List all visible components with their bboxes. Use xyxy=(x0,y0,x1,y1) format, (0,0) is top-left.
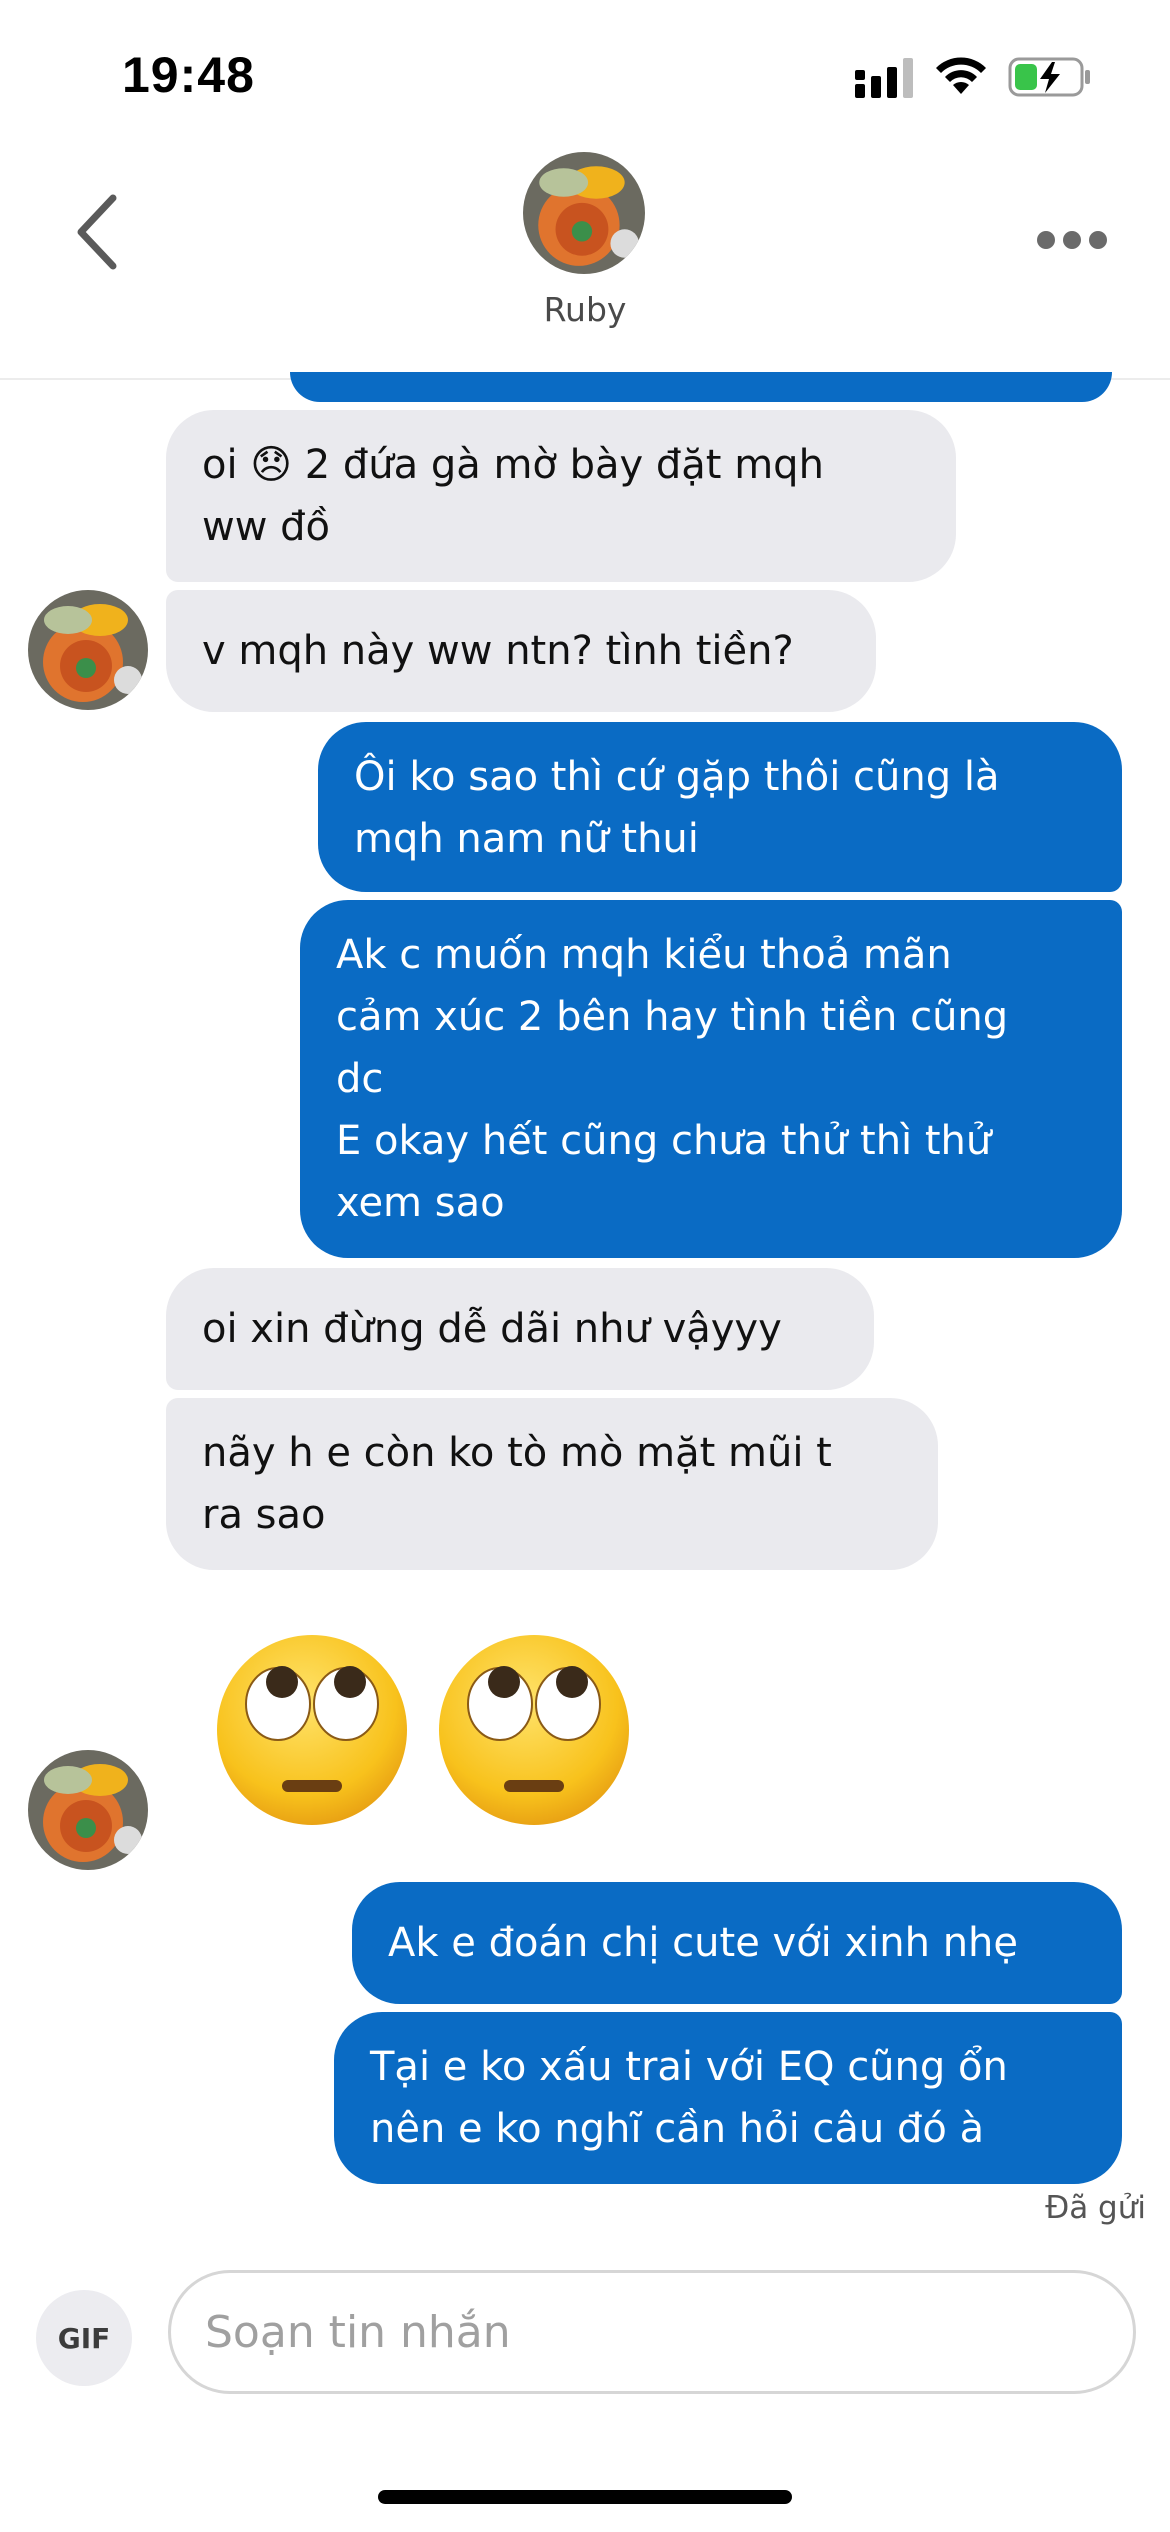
more-dots-icon xyxy=(1037,231,1107,249)
message-received[interactable]: oi 😞 2 đứa gà mờ bày đặt mqh ww đồ xyxy=(166,410,956,582)
contact-name[interactable]: Ruby xyxy=(0,290,1170,329)
contact-avatar-small[interactable] xyxy=(28,1750,148,1870)
message-received[interactable]: nãy h e còn ko tò mò mặt mũi t ra sao xyxy=(166,1398,938,1570)
delivery-status: Đã gửi xyxy=(1045,2190,1146,2226)
message-sent[interactable]: Tại e ko xấu trai với EQ cũng ổn nên e k… xyxy=(334,2012,1122,2184)
back-button[interactable] xyxy=(62,182,132,282)
message-input[interactable] xyxy=(168,2270,1136,2394)
more-options-button[interactable] xyxy=(1032,210,1112,270)
gif-button[interactable]: GIF xyxy=(36,2290,132,2386)
message-sent[interactable]: Ôi ko sao thì cứ gặp thôi cũng là mqh na… xyxy=(318,722,1122,892)
signal-icon xyxy=(855,58,913,98)
message-sent[interactable]: Ak e đoán chị cute với xinh nhẹ xyxy=(352,1882,1122,2004)
rolling-eyes-emoji-icon[interactable] xyxy=(434,1630,634,1830)
message-bubble-partial xyxy=(290,372,1112,402)
message-received[interactable]: v mqh này ww ntn? tình tiền? xyxy=(166,590,876,712)
message-sent[interactable]: Ak c muốn mqh kiểu thoả mãn cảm xúc 2 bê… xyxy=(300,900,1122,1258)
battery-icon xyxy=(1008,57,1090,97)
chat-screen: 19:48 Ruby oi 😞 2 đứa gà mờ bày đặt mqh … xyxy=(0,0,1170,2532)
contact-avatar[interactable] xyxy=(523,152,645,274)
wifi-icon xyxy=(936,57,986,94)
home-indicator[interactable] xyxy=(378,2490,792,2504)
message-received[interactable]: oi xin đừng dễ dãi như vậyyy xyxy=(166,1268,874,1390)
status-time: 19:48 xyxy=(122,47,255,103)
rolling-eyes-emoji-icon[interactable] xyxy=(212,1630,412,1830)
back-chevron-icon xyxy=(77,194,117,270)
contact-avatar-small[interactable] xyxy=(28,590,148,710)
chat-header: Ruby xyxy=(0,130,1170,380)
